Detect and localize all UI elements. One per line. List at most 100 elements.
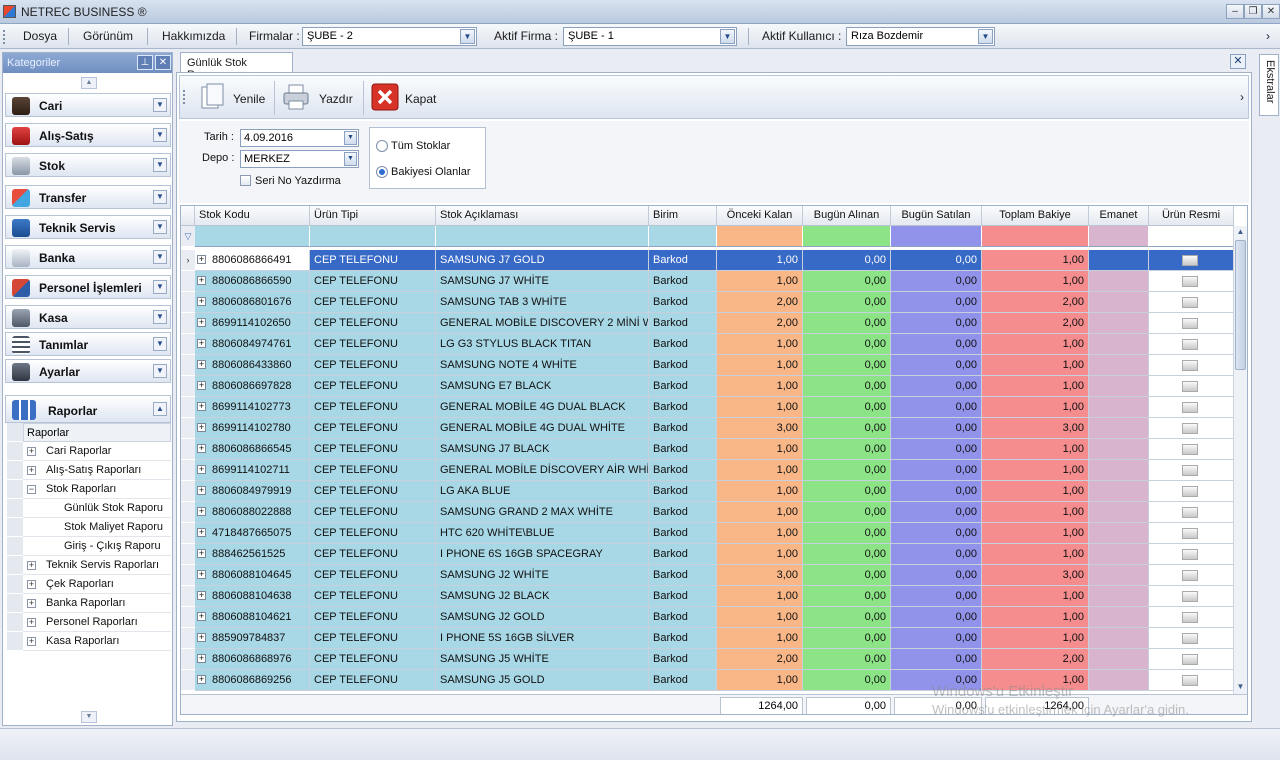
cell-alinan[interactable]: 0,00 <box>803 523 891 544</box>
image-placeholder-icon[interactable] <box>1182 423 1198 434</box>
cell-onceki[interactable]: 1,00 <box>717 544 803 565</box>
cell-aciklama[interactable]: SAMSUNG J2 BLACK <box>436 586 649 607</box>
expand-icon[interactable]: + <box>197 360 206 369</box>
cell-birim[interactable]: Barkod <box>649 544 717 565</box>
cell-toplam[interactable]: 1,00 <box>982 397 1089 418</box>
filter-cell-emanet[interactable] <box>1089 226 1149 247</box>
cell-resim[interactable] <box>1149 502 1234 523</box>
tree-item[interactable]: + Kasa Raporları <box>23 632 171 651</box>
cell-satilan[interactable]: 0,00 <box>891 250 982 271</box>
cell-birim[interactable]: Barkod <box>649 334 717 355</box>
cell-satilan[interactable]: 0,00 <box>891 313 982 334</box>
cell-emanet[interactable] <box>1089 460 1149 481</box>
row-indicator[interactable] <box>181 649 195 670</box>
cell-satilan[interactable]: 0,00 <box>891 439 982 460</box>
cell-resim[interactable] <box>1149 334 1234 355</box>
column-header-birim[interactable]: Birim <box>649 206 717 226</box>
cell-emanet[interactable] <box>1089 586 1149 607</box>
row-indicator[interactable] <box>181 670 195 691</box>
cell-birim[interactable]: Barkod <box>649 460 717 481</box>
cell-kod[interactable]: +8806086866545 <box>195 439 310 460</box>
cell-emanet[interactable] <box>1089 565 1149 586</box>
tree-item[interactable]: + Çek Raporları <box>23 575 171 594</box>
category-stok[interactable]: Stok ▼ <box>5 153 171 177</box>
cell-onceki[interactable]: 1,00 <box>717 460 803 481</box>
close-icon[interactable]: ✕ <box>1230 54 1246 69</box>
image-placeholder-icon[interactable] <box>1182 528 1198 539</box>
cell-birim[interactable]: Barkod <box>649 565 717 586</box>
image-placeholder-icon[interactable] <box>1182 276 1198 287</box>
expand-icon[interactable]: + <box>197 654 206 663</box>
collapse-icon[interactable]: − <box>27 485 36 494</box>
cell-tip[interactable]: CEP TELEFONU <box>310 250 436 271</box>
filter-cell-bugun-satilan[interactable] <box>891 226 982 247</box>
cell-toplam[interactable]: 1,00 <box>982 439 1089 460</box>
chevron-down-icon[interactable]: ▼ <box>344 152 357 166</box>
cell-alinan[interactable]: 0,00 <box>803 607 891 628</box>
cell-alinan[interactable]: 0,00 <box>803 397 891 418</box>
tree-item[interactable]: Günlük Stok Raporu <box>23 499 171 518</box>
cell-aciklama[interactable]: SAMSUNG J7 WHİTE <box>436 271 649 292</box>
cell-resim[interactable] <box>1149 649 1234 670</box>
cell-resim[interactable] <box>1149 355 1234 376</box>
cell-kod[interactable]: +8806084979919 <box>195 481 310 502</box>
cell-emanet[interactable] <box>1089 439 1149 460</box>
cell-alinan[interactable]: 0,00 <box>803 544 891 565</box>
cell-tip[interactable]: CEP TELEFONU <box>310 292 436 313</box>
cell-kod[interactable]: +888462561525 <box>195 544 310 565</box>
cell-aciklama[interactable]: LG AKA BLUE <box>436 481 649 502</box>
cell-toplam[interactable]: 2,00 <box>982 313 1089 334</box>
image-placeholder-icon[interactable] <box>1182 486 1198 497</box>
column-header-bugun-alinan[interactable]: Bugün Alınan <box>803 206 891 226</box>
scroll-down-icon[interactable]: ▼ <box>81 711 97 723</box>
cell-birim[interactable]: Barkod <box>649 313 717 334</box>
row-indicator[interactable] <box>181 271 195 292</box>
cell-satilan[interactable]: 0,00 <box>891 397 982 418</box>
expand-icon[interactable]: + <box>27 618 36 627</box>
cell-emanet[interactable] <box>1089 544 1149 565</box>
expand-icon[interactable]: + <box>197 465 206 474</box>
cell-toplam[interactable]: 3,00 <box>982 418 1089 439</box>
cell-onceki[interactable]: 1,00 <box>717 250 803 271</box>
toolbar-overflow-icon[interactable]: › <box>1240 90 1244 104</box>
row-indicator[interactable] <box>181 544 195 565</box>
firmalar-select[interactable]: ŞUBE - 2 ▼ <box>302 27 477 46</box>
tarih-input[interactable]: 4.09.2016 ▼ <box>240 129 359 147</box>
cell-kod[interactable]: +8699114102780 <box>195 418 310 439</box>
cell-kod[interactable]: +8806088104621 <box>195 607 310 628</box>
expand-icon[interactable]: + <box>197 402 206 411</box>
filter-cell-birim[interactable] <box>649 226 717 247</box>
radio-tum-stoklar[interactable] <box>376 140 388 152</box>
cell-toplam[interactable]: 1,00 <box>982 523 1089 544</box>
filter-icon[interactable]: ▽ <box>181 226 195 247</box>
image-placeholder-icon[interactable] <box>1182 444 1198 455</box>
cell-birim[interactable]: Barkod <box>649 649 717 670</box>
category-cari[interactable]: Cari ▼ <box>5 93 171 117</box>
cell-onceki[interactable]: 1,00 <box>717 439 803 460</box>
row-indicator[interactable] <box>181 418 195 439</box>
image-placeholder-icon[interactable] <box>1182 570 1198 581</box>
cell-kod[interactable]: +885909784837 <box>195 628 310 649</box>
cell-resim[interactable] <box>1149 628 1234 649</box>
cell-resim[interactable] <box>1149 586 1234 607</box>
cell-toplam[interactable]: 2,00 <box>982 292 1089 313</box>
chevron-down-icon[interactable]: ▼ <box>153 250 167 264</box>
expand-icon[interactable]: + <box>27 599 36 608</box>
cell-satilan[interactable]: 0,00 <box>891 292 982 313</box>
cell-aciklama[interactable]: SAMSUNG J7 BLACK <box>436 439 649 460</box>
cell-resim[interactable] <box>1149 397 1234 418</box>
cell-birim[interactable]: Barkod <box>649 376 717 397</box>
grid-vertical-scrollbar[interactable]: ▲ ▼ <box>1233 226 1247 694</box>
menu-hakkimizda[interactable]: Hakkımızda <box>162 29 225 43</box>
category-personel[interactable]: Personel İşlemleri ▼ <box>5 275 171 299</box>
cell-birim[interactable]: Barkod <box>649 355 717 376</box>
cell-birim[interactable]: Barkod <box>649 250 717 271</box>
cell-onceki[interactable]: 1,00 <box>717 334 803 355</box>
tab-gunluk-stok-raporu[interactable]: Günlük Stok Raporu <box>180 52 293 81</box>
row-indicator[interactable] <box>181 460 195 481</box>
cell-onceki[interactable]: 2,00 <box>717 649 803 670</box>
cell-onceki[interactable]: 1,00 <box>717 502 803 523</box>
cell-aciklama[interactable]: SAMSUNG J7 GOLD <box>436 250 649 271</box>
cell-aciklama[interactable]: SAMSUNG GRAND 2 MAX WHİTE <box>436 502 649 523</box>
row-indicator[interactable] <box>181 355 195 376</box>
